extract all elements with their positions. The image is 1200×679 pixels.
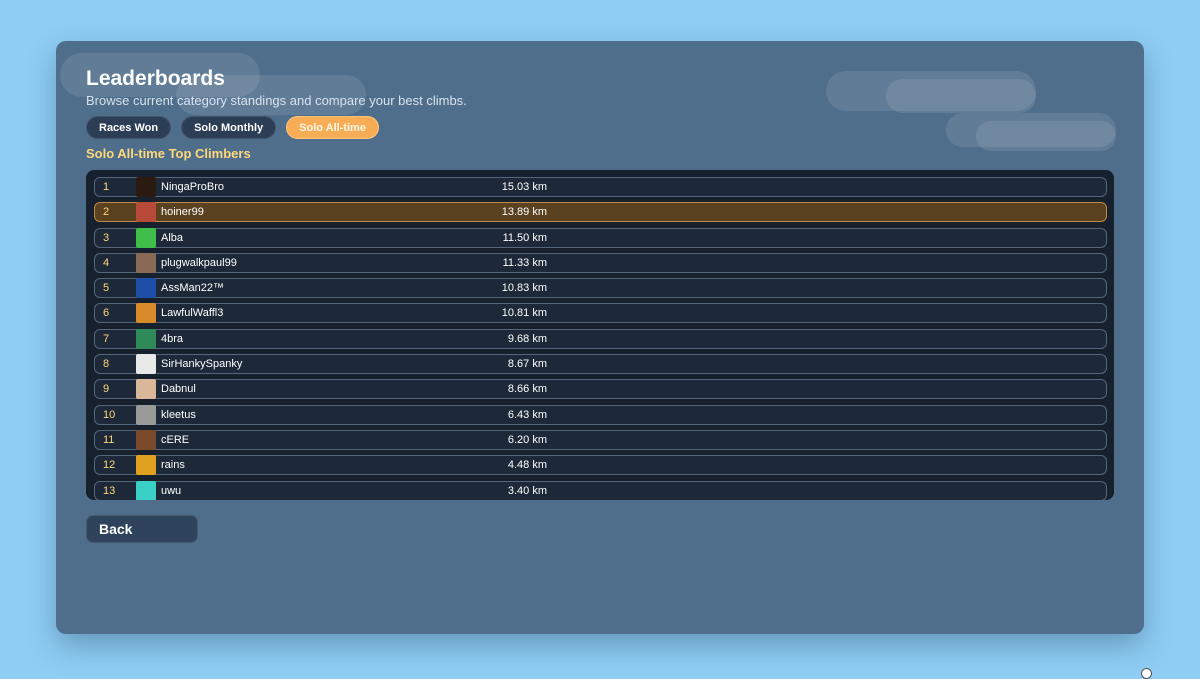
avatar — [136, 303, 156, 324]
player-name: Alba — [161, 231, 184, 244]
rank-number: 4 — [103, 256, 110, 269]
player-name: cERE — [161, 433, 190, 446]
leaderboard-row[interactable]: 12 rains 4.48 km — [94, 455, 1107, 476]
avatar — [136, 227, 156, 248]
tab-races-won[interactable]: Races Won — [86, 116, 172, 139]
climb-distance: 4.48 km — [507, 459, 547, 472]
tab-solo-monthly[interactable]: Solo Monthly — [181, 116, 277, 139]
avatar — [136, 480, 156, 500]
mouse-cursor — [1141, 668, 1152, 679]
rank-number: 10 — [103, 408, 116, 421]
climb-distance: 15.03 km — [501, 181, 547, 193]
player-name: LawfulWaffl3 — [161, 307, 224, 320]
avatar — [136, 429, 156, 450]
rank-number: 13 — [103, 484, 116, 497]
cloud-decoration — [976, 121, 1116, 151]
player-name: rains — [161, 459, 185, 472]
rank-number: 8 — [103, 358, 110, 371]
cloud-decoration — [886, 79, 1036, 113]
section-title: Solo All-time Top Climbers — [86, 146, 251, 161]
rank-number: 7 — [103, 332, 110, 345]
back-button[interactable]: Back — [86, 515, 198, 543]
player-name: plugwalkpaul99 — [161, 256, 237, 269]
avatar — [136, 455, 156, 476]
rank-number: 5 — [103, 282, 110, 295]
tab-solo-all-time[interactable]: Solo All-time — [286, 116, 379, 139]
avatar — [136, 379, 156, 400]
leaderboards-panel: Leaderboards Browse current category sta… — [56, 41, 1144, 634]
player-name: hoiner99 — [161, 206, 204, 219]
leaderboard-row[interactable]: 3 Alba 11.50 km — [94, 227, 1107, 248]
leaderboard-row[interactable]: 13 uwu 3.40 km — [94, 480, 1107, 500]
avatar — [136, 252, 156, 273]
rank-number: 2 — [103, 206, 110, 219]
player-name: AssMan22™ — [161, 282, 224, 295]
leaderboard-row[interactable]: 2 hoiner99 13.89 km — [94, 202, 1107, 223]
avatar — [136, 328, 156, 349]
leaderboard-row[interactable]: 5 AssMan22™ 10.83 km — [94, 278, 1107, 299]
climb-distance: 6.43 km — [507, 408, 547, 421]
leaderboard-row[interactable]: 11 cERE 6.20 km — [94, 429, 1107, 450]
avatar — [136, 278, 156, 299]
leaderboard-row[interactable]: 6 LawfulWaffl3 10.81 km — [94, 303, 1107, 324]
leaderboard-list[interactable]: 1 NingaProBro 15.03 km 2 hoiner99 13.89 km 3 Al… — [86, 170, 1114, 500]
climb-distance: 11.50 km — [502, 231, 547, 244]
rank-number: 1 — [103, 181, 110, 193]
climb-distance: 9.68 km — [507, 332, 547, 345]
avatar — [136, 354, 156, 375]
climb-distance: 10.81 km — [501, 307, 547, 320]
player-name: SirHankySpanky — [161, 358, 243, 371]
player-name: kleetus — [161, 408, 196, 421]
climb-distance: 3.40 km — [507, 484, 547, 497]
page-subtitle: Browse current category standings and co… — [86, 93, 467, 108]
rank-number: 6 — [103, 307, 110, 320]
climb-distance: 6.20 km — [507, 433, 547, 446]
climb-distance: 8.67 km — [507, 358, 547, 371]
rank-number: 11 — [103, 433, 115, 446]
rank-number: 9 — [103, 383, 110, 396]
leaderboard-row[interactable]: 1 NingaProBro 15.03 km — [94, 177, 1107, 197]
leaderboard-row[interactable]: 7 4bra 9.68 km — [94, 328, 1107, 349]
player-name: NingaProBro — [161, 181, 224, 193]
climb-distance: 13.89 km — [501, 206, 547, 219]
avatar — [136, 404, 156, 425]
player-name: uwu — [161, 484, 182, 497]
leaderboard-row[interactable]: 9 Dabnul 8.66 km — [94, 379, 1107, 400]
climb-distance: 11.33 km — [502, 256, 547, 269]
rank-number: 3 — [103, 231, 110, 244]
avatar — [136, 177, 156, 197]
leaderboard-row[interactable]: 4 plugwalkpaul99 11.33 km — [94, 252, 1107, 273]
climb-distance: 8.66 km — [507, 383, 547, 396]
page-title: Leaderboards — [86, 67, 225, 90]
player-name: Dabnul — [161, 383, 196, 396]
leaderboard-row[interactable]: 8 SirHankySpanky 8.67 km — [94, 354, 1107, 375]
climb-distance: 10.83 km — [501, 282, 547, 295]
category-tabs: Races Won Solo Monthly Solo All-time — [86, 116, 379, 139]
leaderboard-row[interactable]: 10 kleetus 6.43 km — [94, 404, 1107, 425]
player-name: 4bra — [161, 332, 184, 345]
avatar — [136, 202, 156, 223]
rank-number: 12 — [103, 459, 116, 472]
